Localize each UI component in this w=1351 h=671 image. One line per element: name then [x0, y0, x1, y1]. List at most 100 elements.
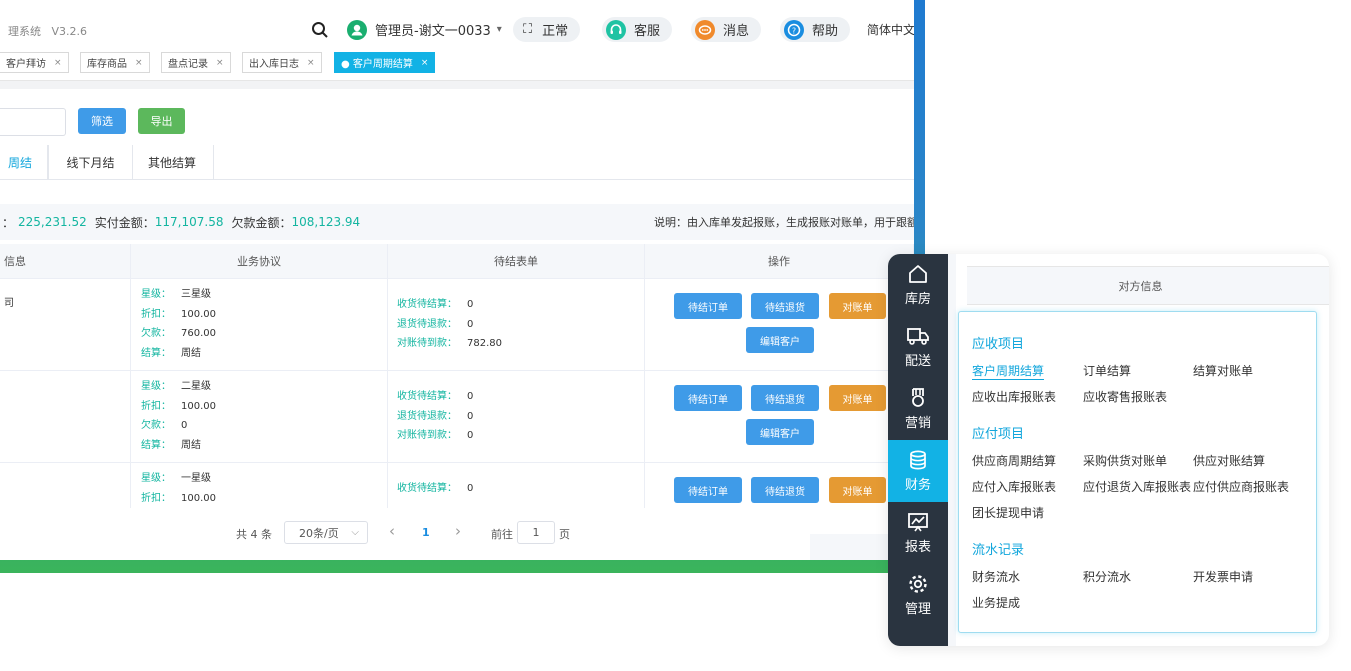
nav-warehouse[interactable]: 库房 [888, 254, 948, 316]
menu-business-commission[interactable]: 业务提成 [972, 594, 1020, 611]
paid-label: 实付金额： [94, 215, 155, 230]
close-icon[interactable]: × [135, 58, 143, 68]
prev-page-icon[interactable]: ‹ [389, 522, 395, 540]
agreement-item: 星级： 二星级 [141, 377, 216, 397]
subtab-other[interactable]: 其他结算 [131, 145, 214, 179]
tab-customer-visit[interactable]: 客户拜访 × [0, 52, 69, 73]
statement-button[interactable]: 对账单 [829, 385, 886, 411]
value: 三星级 [181, 289, 211, 300]
tab-label: 库存商品 [87, 59, 127, 70]
page-size-select[interactable]: 20条/页 ⌵ [284, 521, 368, 544]
header-extension [1314, 266, 1329, 305]
main-sidenav: 库房 配送 营销 财务 报表 管理 [888, 254, 948, 646]
language-select[interactable]: 简体中文 [867, 17, 914, 42]
counterparty-header: 对方信息 [967, 266, 1314, 305]
nav-delivery[interactable]: 配送 [888, 316, 948, 378]
key: 欠款： [141, 420, 171, 431]
tab-stock-log[interactable]: 出入库日志 × [242, 52, 322, 73]
close-icon[interactable]: × [54, 58, 62, 68]
menu-receivable-outbound-report[interactable]: 应收出库报账表 [972, 388, 1056, 405]
help-button[interactable]: ? 帮助 [780, 17, 851, 42]
close-icon[interactable]: × [216, 58, 224, 68]
menu-payable-supplier-report[interactable]: 应付供应商报账表 [1193, 478, 1289, 495]
value: 一星级 [181, 473, 211, 484]
service-button[interactable]: 客服 [602, 17, 673, 42]
pending-returns-button[interactable]: 待结退货 [751, 385, 819, 411]
user-menu[interactable]: 管理员-谢文一0033 ▾ [347, 17, 502, 42]
agreement-cell: 星级： 一星级 折扣： 100.00 [131, 462, 388, 508]
pending-item: 对账待到款： 782.80 [397, 334, 502, 354]
pending-item: 收货待结算： 0 [397, 295, 502, 315]
key: 折扣： [141, 492, 171, 504]
total-count: 共 4 条 [236, 528, 272, 541]
goto-page-input[interactable]: 1 [517, 521, 555, 544]
menu-supplier-cycle-settlement[interactable]: 供应商周期结算 [972, 452, 1056, 469]
nav-label: 库房 [904, 292, 931, 307]
edit-customer-button[interactable]: 编辑客户 [746, 327, 814, 353]
edit-customer-button[interactable]: 编辑客户 [746, 419, 814, 445]
pending-item: 收货待结算： 0 [397, 387, 473, 407]
section-payable: 应付项目 [972, 427, 1025, 442]
messages-button[interactable]: 消息 [691, 17, 762, 42]
nav-finance[interactable]: 财务 [888, 440, 948, 502]
menu-receivable-consignment-report[interactable]: 应收寄售报账表 [1083, 388, 1167, 405]
menu-payable-inbound-report[interactable]: 应付入库报账表 [972, 478, 1056, 495]
status-button[interactable]: ⛶ 正常 [513, 17, 581, 42]
menu-invoice-request[interactable]: 开发票申请 [1193, 568, 1253, 585]
search-icon[interactable] [311, 17, 329, 42]
menu-payable-return-inbound-report[interactable]: 应付退货入库报账表 [1083, 478, 1191, 495]
chevron-down-icon: ▾ [496, 24, 502, 35]
pending-orders-button[interactable]: 待结订单 [674, 293, 742, 319]
nav-reports[interactable]: 报表 [888, 502, 948, 564]
table-header: 信息 业务协议 待结表单 操作 [0, 244, 914, 279]
close-icon[interactable]: × [307, 58, 315, 68]
key: 结算： [141, 347, 171, 359]
agreement-item: 欠款： 0 [141, 416, 216, 436]
nav-marketing[interactable]: 营销 [888, 378, 948, 440]
menu-purchase-supply-statement[interactable]: 采购供货对账单 [1083, 452, 1167, 469]
pending-returns-button[interactable]: 待结退货 [751, 293, 819, 319]
pending-returns-button[interactable]: 待结退货 [751, 477, 819, 503]
close-icon[interactable]: × [421, 58, 429, 68]
agreement-item: 星级： 三星级 [141, 285, 216, 305]
messages-label: 消息 [723, 24, 750, 39]
agreement-item: 折扣： 100.00 [141, 489, 216, 509]
key: 星级： [141, 289, 171, 300]
tab-inventory-goods[interactable]: 库存商品 × [80, 52, 150, 73]
page-size-label: 20条/页 [299, 526, 339, 540]
subtab-weekly[interactable]: 周结 [0, 145, 48, 179]
system-name: 理系统 V3.2.6 [8, 25, 88, 38]
current-page[interactable]: 1 [422, 526, 430, 539]
search-input[interactable] [0, 108, 66, 136]
statement-button[interactable]: 对账单 [829, 477, 886, 503]
next-page-icon[interactable]: › [455, 522, 461, 540]
statement-button[interactable]: 对账单 [829, 293, 886, 319]
menu-settlement-statement[interactable]: 结算对账单 [1193, 362, 1253, 379]
export-button[interactable]: 导出 [138, 108, 185, 134]
key: 收货待结算： [397, 483, 457, 494]
pending-orders-button[interactable]: 待结订单 [674, 477, 742, 503]
tab-stocktake-records[interactable]: 盘点记录 × [161, 52, 231, 73]
value: 周结 [181, 347, 201, 359]
agreement-cell: 星级： 三星级 折扣： 100.00 欠款： 760.00 结算： 周结 [131, 278, 388, 370]
service-label: 客服 [634, 24, 661, 39]
tab-customer-cycle-settlement[interactable]: ● 客户周期结算 × [334, 52, 436, 73]
menu-leader-withdrawal[interactable]: 团长提现申请 [972, 504, 1044, 521]
agreement-item: 折扣： 100.00 [141, 397, 216, 417]
nav-management[interactable]: 管理 [888, 564, 948, 626]
menu-supply-statement-settlement[interactable]: 供应对账结算 [1193, 452, 1265, 469]
summary-bar: ： 225,231.52 实付金额： 117,107.58 欠款金额： 108,… [0, 204, 914, 240]
headset-icon [606, 19, 626, 40]
menu-finance-flow[interactable]: 财务流水 [972, 568, 1020, 585]
customer-info: 司 [4, 298, 14, 309]
subtab-offline-monthly[interactable]: 线下月结 [48, 145, 133, 179]
key: 对账待到款： [397, 338, 457, 349]
user-avatar-icon [347, 19, 367, 40]
menu-points-flow[interactable]: 积分流水 [1083, 568, 1131, 585]
filter-button[interactable]: 筛选 [78, 108, 126, 134]
info-cell [0, 462, 131, 508]
finance-dropdown-menu: 应收项目 客户周期结算 订单结算 结算对账单 应收出库报账表 应收寄售报账表 应… [958, 311, 1317, 633]
pending-orders-button[interactable]: 待结订单 [674, 385, 742, 411]
menu-customer-cycle-settlement[interactable]: 客户周期结算 [972, 362, 1045, 380]
menu-order-settlement[interactable]: 订单结算 [1083, 362, 1131, 379]
